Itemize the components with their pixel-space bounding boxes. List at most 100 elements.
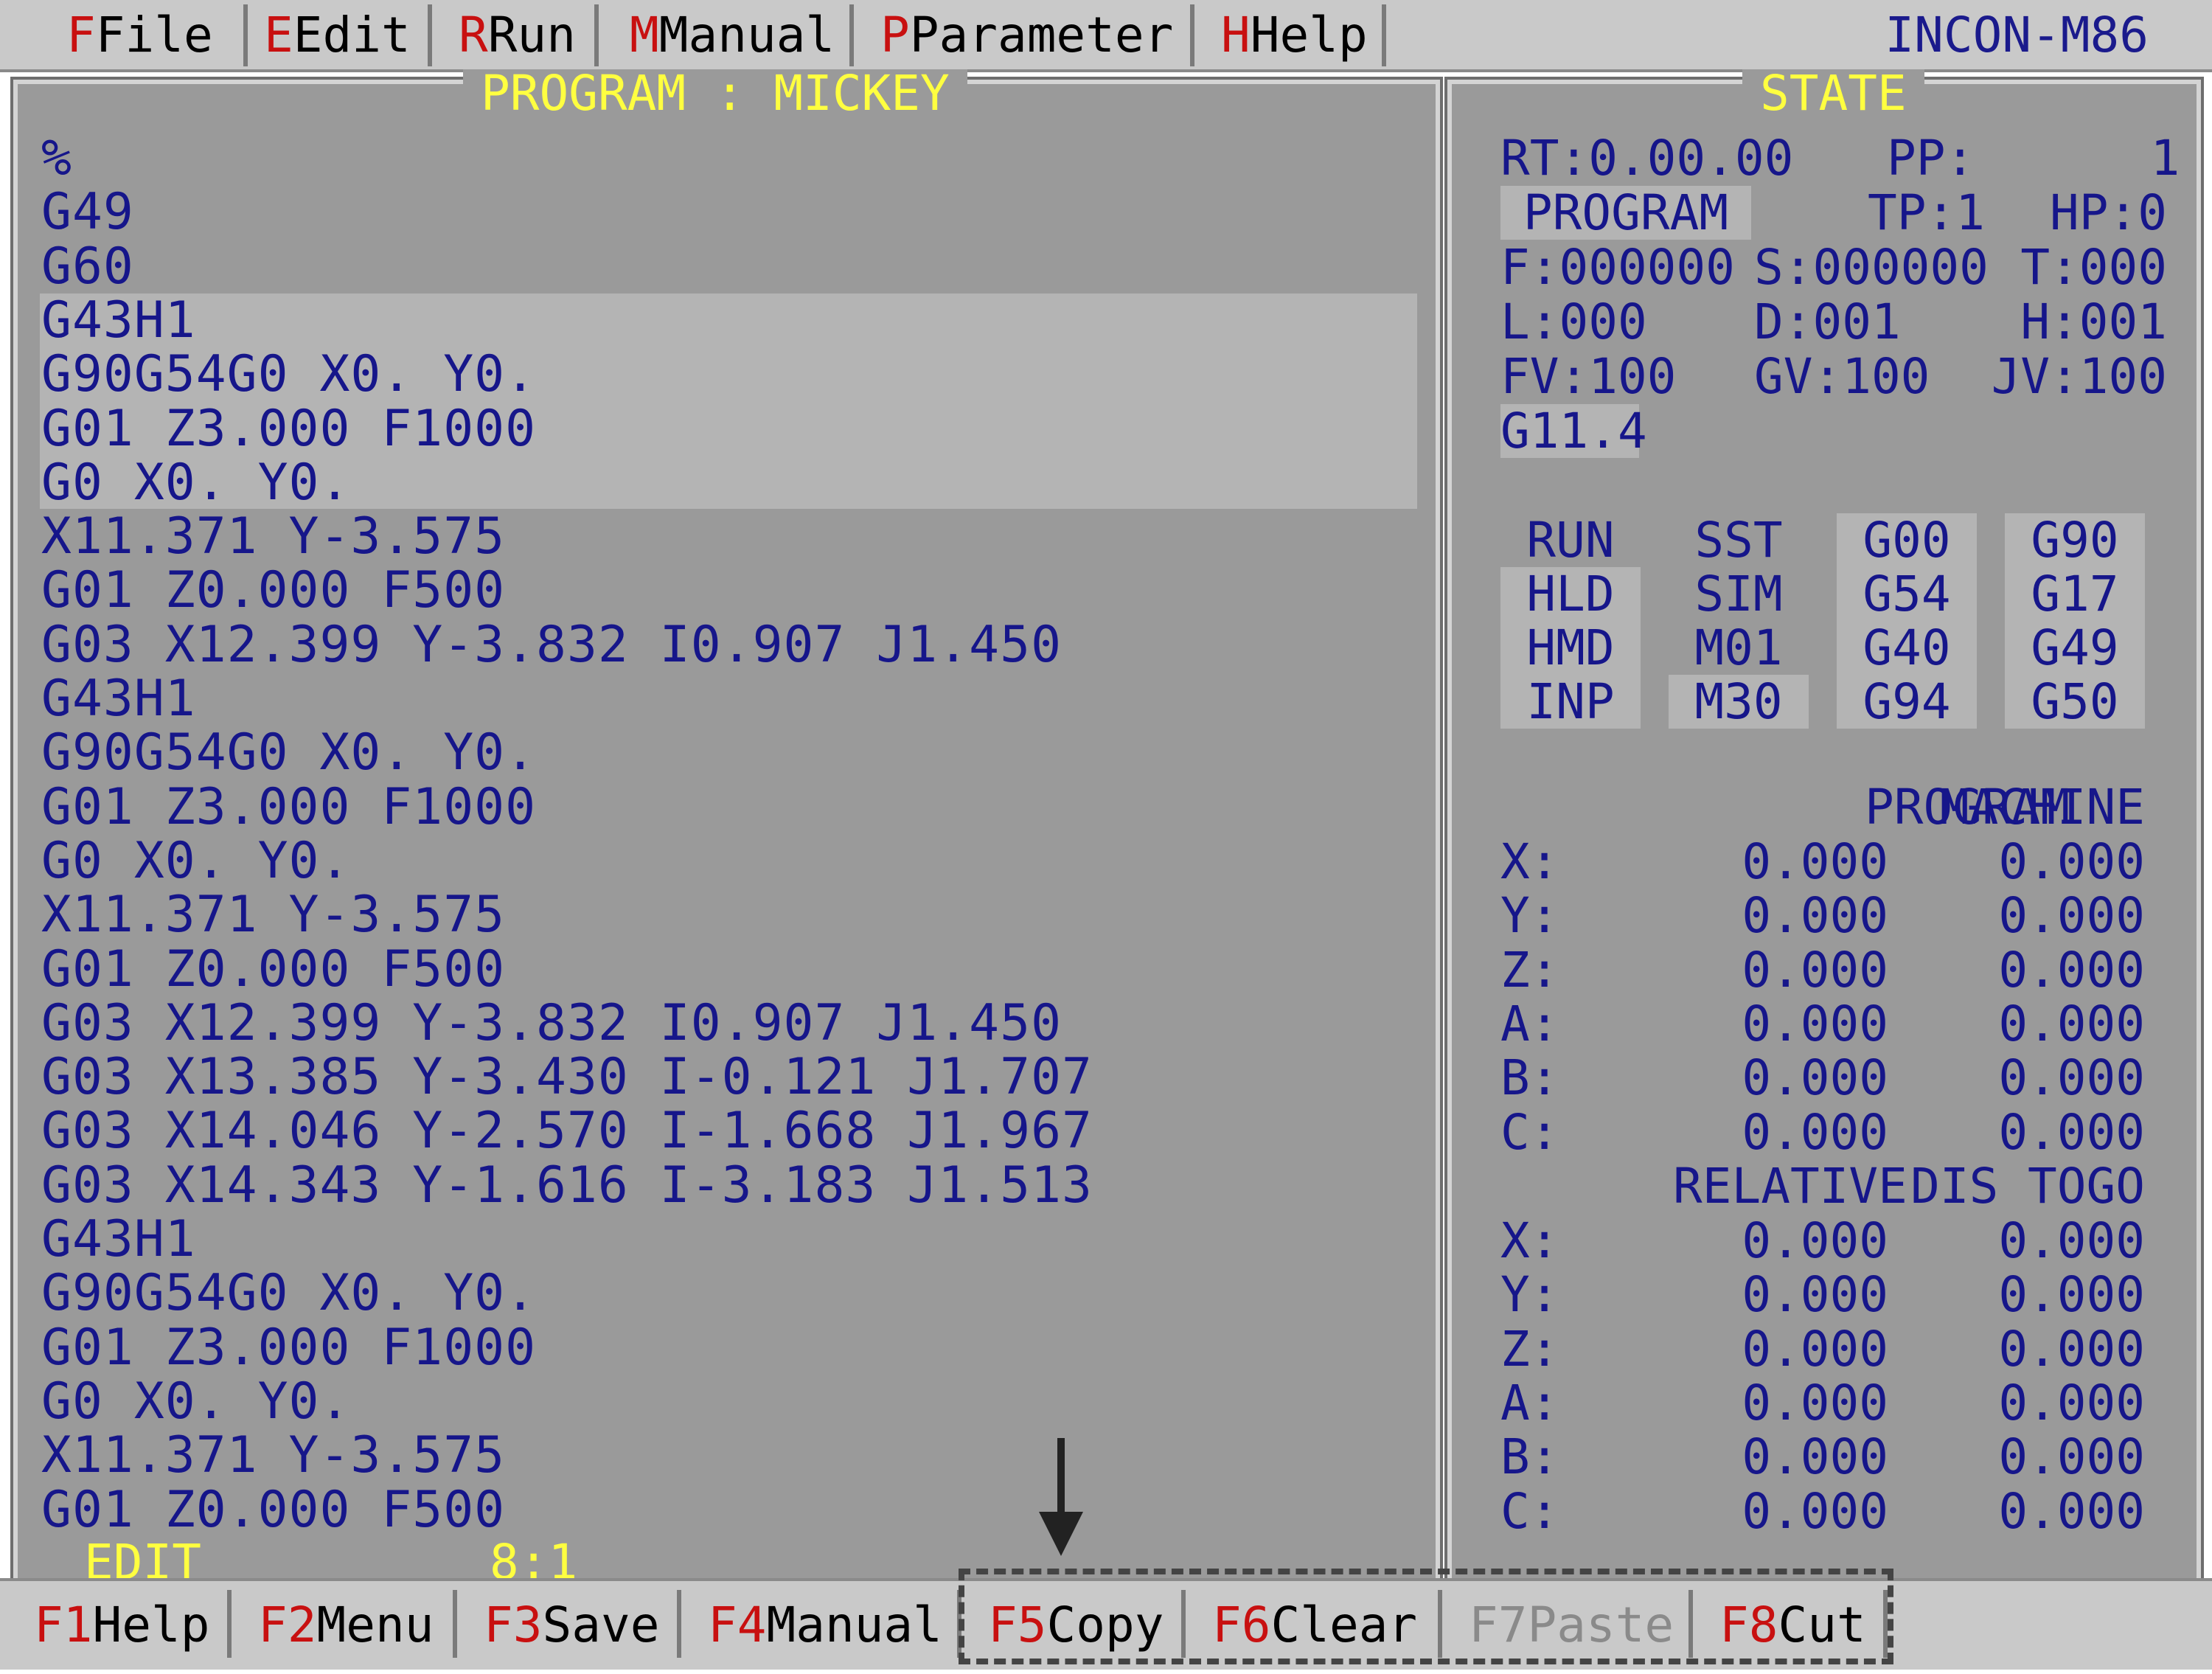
- menu-edit[interactable]: EEdit: [248, 4, 432, 66]
- fkey-number: F3: [484, 1597, 543, 1653]
- status-flag-m01: M01: [1694, 619, 1783, 676]
- axis-label: B:: [1500, 1428, 1559, 1486]
- code-line[interactable]: G03 X14.343 Y-1.616 I-3.183 J1.513: [41, 1159, 1093, 1212]
- state-panel: STATE RT:0.00.00 PP: 1 PROGRAM TP:1 HP:0…: [1444, 69, 2204, 1590]
- axis-label: C:: [1500, 1482, 1559, 1540]
- menu-label: Run: [487, 7, 576, 63]
- distogo-coord-value: 0.000: [1998, 1212, 2145, 1269]
- code-line[interactable]: G90G54G0 X0. Y0.: [41, 1266, 536, 1320]
- code-line[interactable]: G60: [41, 240, 134, 294]
- status-flag-g49: G49: [2005, 621, 2145, 675]
- distogo-coord-value: 0.000: [1998, 1266, 2145, 1324]
- code-line[interactable]: G03 X12.399 Y-3.832 I0.907 J1.450: [41, 996, 1062, 1050]
- machine-coord-value: 0.000: [1998, 941, 2145, 999]
- code-line[interactable]: X11.371 Y-3.575: [41, 888, 505, 942]
- program-panel[interactable]: PROGRAM : MICKEY % G49 G60 G43H1 G90G54G0 X0…: [10, 69, 1443, 1590]
- code-line[interactable]: G43H1: [41, 1212, 196, 1266]
- menu-label: File: [95, 7, 213, 63]
- menu-help[interactable]: HHelp: [1194, 4, 1386, 66]
- axis-label: B:: [1500, 1049, 1559, 1107]
- code-line[interactable]: X11.371 Y-3.575: [41, 1428, 505, 1482]
- relative-coord-value: 0.000: [1742, 1374, 1888, 1431]
- code-line[interactable]: G03 X12.399 Y-3.832 I0.907 J1.450: [41, 618, 1062, 672]
- axis-label: Z:: [1500, 1320, 1559, 1378]
- code-line[interactable]: G90G54G0 X0. Y0.: [41, 347, 536, 401]
- program-coord-value: 0.000: [1742, 941, 1888, 999]
- axis-label: Y:: [1500, 887, 1559, 945]
- f1-help-button[interactable]: F1Help: [7, 1590, 232, 1658]
- program-coord-value: 0.000: [1742, 1049, 1888, 1107]
- distogo-coord-value: 0.000: [1998, 1482, 2145, 1540]
- menu-hotkey: R: [459, 7, 488, 63]
- machine-coord-header: MACHINE: [1939, 779, 2145, 836]
- program-coord-value: 0.000: [1742, 833, 1888, 890]
- code-line[interactable]: G01 Z0.000 F500: [41, 563, 505, 617]
- menu-label: Edit: [293, 7, 411, 63]
- machine-coord-value: 0.000: [1998, 1049, 2145, 1107]
- axis-label: Y:: [1500, 1266, 1559, 1324]
- program-title: PROGRAM : MICKEY: [463, 69, 967, 121]
- program-coord-value: 0.000: [1742, 995, 1888, 1052]
- code-line[interactable]: G01 Z3.000 F1000: [41, 402, 536, 456]
- relative-coord-value: 0.000: [1742, 1482, 1888, 1540]
- code-line[interactable]: G0 X0. Y0.: [41, 456, 350, 510]
- fkey-label: Menu: [316, 1597, 434, 1653]
- spindle-readout: S:000000: [1754, 239, 1989, 296]
- f4-manual-button[interactable]: F4Manual: [681, 1590, 961, 1658]
- code-line[interactable]: G0 X0. Y0.: [41, 1375, 350, 1428]
- machine-coord-value: 0.000: [1998, 995, 2145, 1052]
- pp-readout: PP: 1: [1887, 130, 2180, 187]
- code-line[interactable]: G0 X0. Y0.: [41, 834, 350, 888]
- relative-coord-value: 0.000: [1742, 1266, 1888, 1324]
- f2-menu-button[interactable]: F2Menu: [232, 1590, 457, 1658]
- status-flag-g90: G90: [2005, 513, 2145, 567]
- code-line[interactable]: G01 Z0.000 F500: [41, 942, 505, 996]
- hp-readout: HP:0: [2050, 184, 2167, 241]
- status-flag-g40: G40: [1837, 621, 1977, 675]
- code-line[interactable]: X11.371 Y-3.575: [41, 510, 505, 563]
- fkey-number: F1: [34, 1597, 93, 1653]
- menu-parameter[interactable]: PParameter: [854, 4, 1194, 66]
- code-line[interactable]: G43H1: [41, 672, 196, 726]
- code-line[interactable]: G01 Z3.000 F1000: [41, 780, 536, 834]
- menu-label: Parameter: [909, 7, 1174, 63]
- code-line[interactable]: G03 X13.385 Y-3.430 I-0.121 J1.707: [41, 1050, 1093, 1104]
- code-line[interactable]: G03 X14.046 Y-2.570 I-1.668 J1.967: [41, 1104, 1093, 1158]
- menu-hotkey: M: [630, 7, 659, 63]
- fkey-label: Save: [542, 1597, 660, 1653]
- status-flag-sim: SIM: [1694, 566, 1783, 622]
- menu-run[interactable]: RRun: [432, 4, 599, 66]
- tool-readout: T:000: [2020, 239, 2167, 296]
- relative-coord-value: 0.000: [1742, 1428, 1888, 1486]
- fkey-label: Manual: [766, 1597, 942, 1653]
- axis-label: Z:: [1500, 941, 1559, 999]
- code-line[interactable]: G01 Z3.000 F1000: [41, 1321, 536, 1375]
- axis-label: A:: [1500, 1374, 1559, 1431]
- code-line[interactable]: G90G54G0 X0. Y0.: [41, 726, 536, 779]
- menu-label: Help: [1250, 7, 1368, 63]
- app-title: INCON-M86: [1885, 7, 2149, 63]
- f3-save-button[interactable]: F3Save: [457, 1590, 681, 1658]
- tp-readout: TP:1: [1868, 184, 1985, 241]
- status-flag-g00: G00: [1837, 513, 1977, 567]
- status-flag-inp: INP: [1500, 675, 1641, 729]
- fkey-number: F2: [258, 1597, 317, 1653]
- status-flag-g50: G50: [2005, 675, 2145, 729]
- code-line[interactable]: G43H1: [41, 294, 196, 347]
- axis-label: X:: [1500, 1212, 1559, 1269]
- menu-manual[interactable]: MManual: [599, 4, 854, 66]
- menu-hotkey: E: [264, 7, 293, 63]
- menu-file[interactable]: FFile: [29, 4, 248, 66]
- menu-label: Manual: [658, 7, 835, 63]
- axis-label: C:: [1500, 1103, 1559, 1161]
- runtime-readout: RT:0.00.00: [1500, 130, 1794, 187]
- code-line[interactable]: G01 Z0.000 F500: [41, 1483, 505, 1537]
- code-line[interactable]: %: [41, 131, 72, 185]
- distogo-coord-value: 0.000: [1998, 1428, 2145, 1486]
- code-line[interactable]: G49: [41, 185, 134, 239]
- fkey-number: F4: [708, 1597, 767, 1653]
- status-flag-m30: M30: [1669, 675, 1809, 729]
- status-flag-hld: HLD: [1500, 567, 1641, 621]
- h-readout: H:001: [2020, 294, 2167, 350]
- distogo-coord-value: 0.000: [1998, 1374, 2145, 1431]
